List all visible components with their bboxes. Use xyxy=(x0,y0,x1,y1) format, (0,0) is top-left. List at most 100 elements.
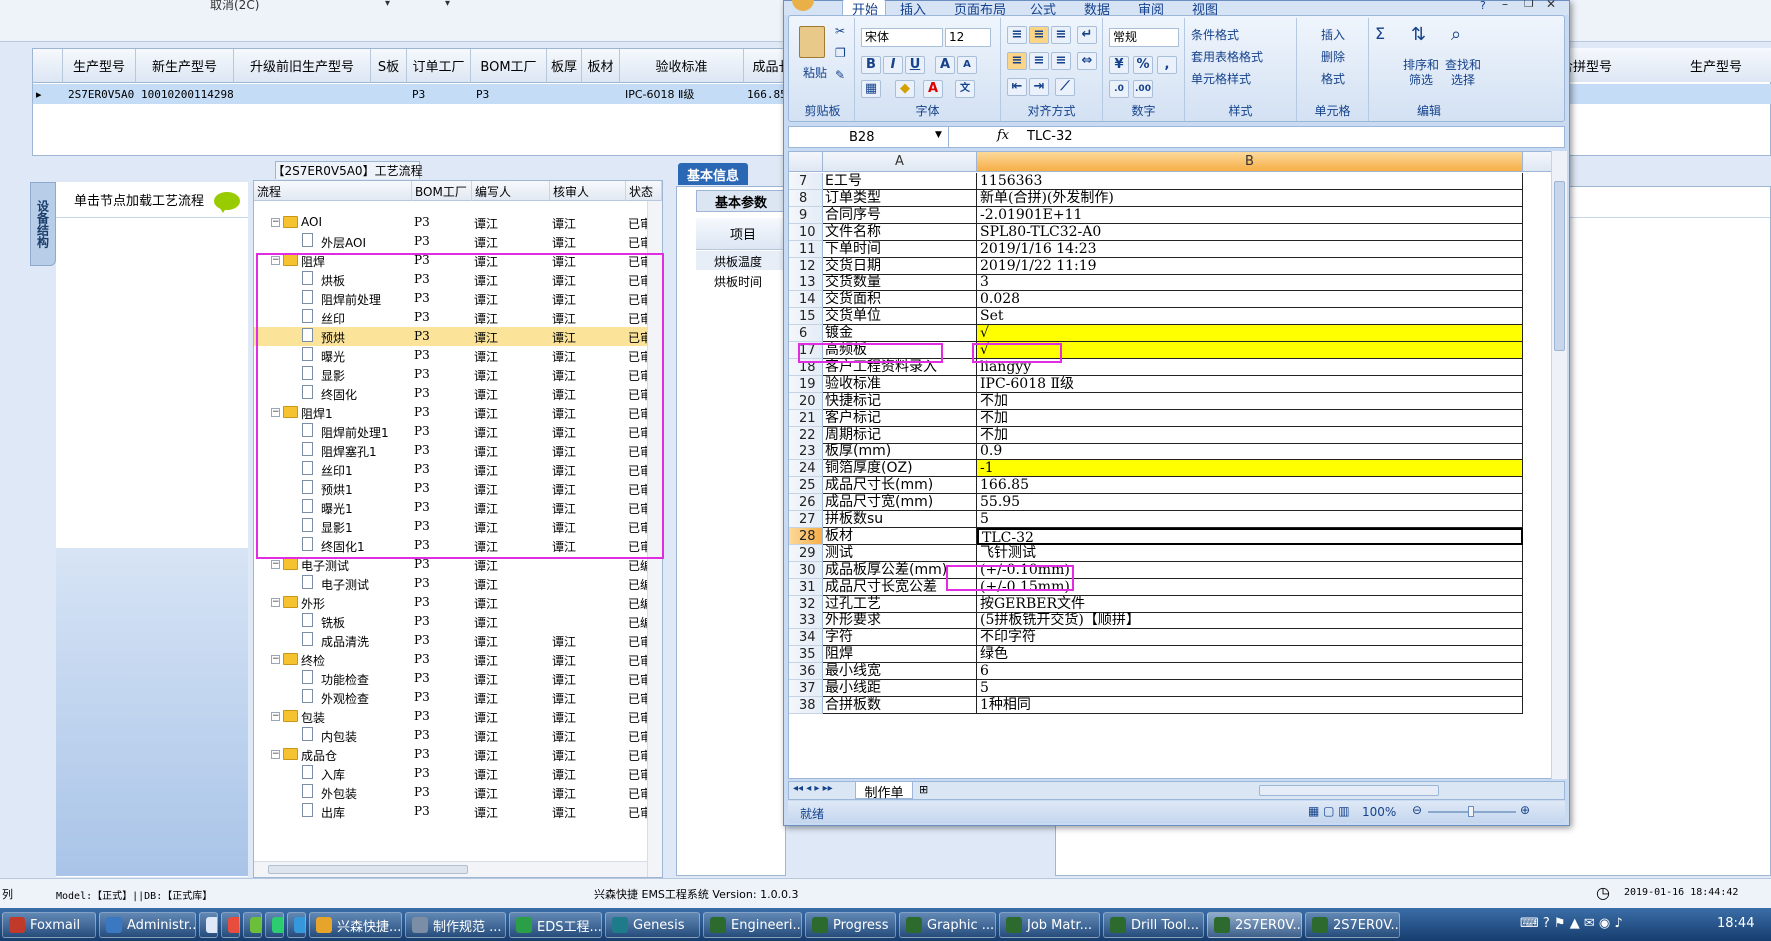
cell-b[interactable]: 绿色 xyxy=(977,646,1523,664)
tab-basic-info[interactable]: 基本信息 xyxy=(678,163,748,185)
shrink-font-icon[interactable]: A xyxy=(957,56,977,74)
formula-input[interactable]: TLC-32 xyxy=(1027,129,1073,144)
cell-a[interactable]: 镀金 xyxy=(823,325,977,343)
taskbar-button[interactable] xyxy=(221,912,240,938)
name-box[interactable]: B28 xyxy=(789,127,949,147)
zoom-in-icon[interactable]: ⊕ xyxy=(1520,803,1530,817)
scroll-thumb[interactable] xyxy=(268,865,468,874)
minimize-icon[interactable]: – xyxy=(1502,0,1508,11)
taskbar-button[interactable]: Graphic ... xyxy=(899,912,996,938)
row-header[interactable]: 22 xyxy=(789,426,823,444)
row-header[interactable]: 34 xyxy=(789,629,823,647)
cell-a[interactable]: 合拼板数 xyxy=(823,696,977,714)
row-header[interactable]: 14 xyxy=(789,291,823,309)
name-box-dropdown-icon[interactable]: ▼ xyxy=(935,130,942,140)
taskbar-button[interactable] xyxy=(265,912,284,938)
tray-icons[interactable]: ⌨ ? ⚑ ▲ ✉ ◉ ♪ xyxy=(1520,916,1623,931)
percent-icon[interactable]: % xyxy=(1133,56,1153,74)
cell-b[interactable]: 不加 xyxy=(977,409,1523,427)
cell-a[interactable]: 字符 xyxy=(823,629,977,647)
grid-header[interactable]: 板材 xyxy=(582,49,620,83)
grid-header[interactable]: 验收标准 xyxy=(620,49,744,83)
taskbar-button[interactable]: Job Matr... xyxy=(999,912,1100,938)
orientation-icon[interactable]: ⟋ xyxy=(1055,78,1075,96)
number-format-select[interactable]: 常规 xyxy=(1109,28,1179,47)
select-all-corner[interactable] xyxy=(789,152,823,172)
row-header[interactable]: 29 xyxy=(789,544,823,562)
taskbar-button[interactable]: 2S7ER0V... xyxy=(1207,912,1302,938)
insert-cells-button[interactable]: 插入 xyxy=(1321,26,1345,43)
row-header[interactable]: 32 xyxy=(789,595,823,613)
cell-a[interactable]: 板材 xyxy=(823,527,977,545)
font-color-icon[interactable]: A xyxy=(923,80,943,98)
zoom-level[interactable]: 100% xyxy=(1362,805,1396,819)
cell-b[interactable]: 6 xyxy=(977,663,1523,681)
param-col-header[interactable]: 项目 xyxy=(696,218,786,250)
align-middle-icon[interactable]: ≡ xyxy=(1029,26,1049,44)
grid-cell[interactable]: P3 xyxy=(473,84,549,104)
align-bottom-icon[interactable]: ≡ xyxy=(1051,26,1071,44)
phonetic-icon[interactable]: 文 xyxy=(955,80,975,98)
cell-b[interactable]: 按GERBER文件 xyxy=(977,595,1523,613)
cell-b[interactable]: 55.95 xyxy=(977,494,1523,512)
taskbar-button[interactable]: Administr... xyxy=(99,912,196,938)
cell-b[interactable]: IPC-6018 Ⅱ级 xyxy=(977,375,1523,393)
cell-a[interactable]: 测试 xyxy=(823,544,977,562)
cell-b[interactable]: -1 xyxy=(977,460,1523,478)
zoom-slider-thumb[interactable] xyxy=(1468,806,1474,817)
cell-a[interactable]: 成品尺寸长(mm) xyxy=(823,477,977,495)
decrease-decimal-icon[interactable]: .00 xyxy=(1133,80,1153,98)
cell-style-button[interactable]: 单元格样式 xyxy=(1191,70,1251,87)
dropdown-arrow-icon[interactable]: ▾ xyxy=(385,0,390,9)
cell-b[interactable]: 0.028 xyxy=(977,291,1523,309)
cell-a[interactable]: E工号 xyxy=(823,173,977,190)
cell-b[interactable]: 不加 xyxy=(977,426,1523,444)
row-header[interactable]: 30 xyxy=(789,561,823,579)
row-header[interactable]: 33 xyxy=(789,612,823,630)
zoom-out-icon[interactable]: ⊖ xyxy=(1412,803,1422,817)
autosum-icon[interactable]: Σ xyxy=(1375,24,1385,43)
paste-button[interactable]: 粘贴 xyxy=(803,64,827,81)
cell-a[interactable]: 客户标记 xyxy=(823,409,977,427)
office-button-icon[interactable] xyxy=(792,0,814,11)
grid-header[interactable]: 生产型号 xyxy=(1690,56,1742,75)
cell-a[interactable]: 周期标记 xyxy=(823,426,977,444)
align-left-icon[interactable]: ≡ xyxy=(1007,52,1027,70)
collapse-icon[interactable]: − xyxy=(271,712,280,721)
merge-icon[interactable]: ⇔ xyxy=(1077,52,1097,70)
cell-a[interactable]: 交货日期 xyxy=(823,257,977,275)
cell-a[interactable]: 最小线距 xyxy=(823,680,977,697)
tree-row[interactable]: 入库P3谭江谭江已审核 xyxy=(254,764,658,783)
cell-b[interactable]: (5拼板铣开交货)【顺拼】 xyxy=(977,612,1523,630)
param-row[interactable]: 烘板温度 xyxy=(696,251,786,270)
row-header[interactable]: 12 xyxy=(789,257,823,275)
tree-row[interactable]: −AOIP3谭江谭江已审核 xyxy=(254,213,658,232)
decrease-indent-icon[interactable]: ⇤ xyxy=(1007,78,1027,96)
align-center-icon[interactable]: ≡ xyxy=(1029,52,1049,70)
tree-row[interactable]: 外层AOIP3谭江谭江已审核 xyxy=(254,232,658,251)
taskbar-button[interactable] xyxy=(287,912,306,938)
cell-b[interactable]: SPL80-TLC32-A0 xyxy=(977,223,1523,241)
scroll-thumb[interactable] xyxy=(1554,181,1565,351)
sheet-nav-icon[interactable]: ◂◂ ◂ ▸ ▸▸ xyxy=(793,783,833,794)
cell-a[interactable]: 交货单位 xyxy=(823,308,977,326)
row-header[interactable]: 21 xyxy=(789,409,823,427)
border-icon[interactable]: ▦ xyxy=(861,80,881,98)
cell-a[interactable]: 快捷标记 xyxy=(823,392,977,410)
grid-header[interactable]: 升级前旧生产型号 xyxy=(234,49,371,83)
cell-b[interactable]: 1156363 xyxy=(977,173,1523,190)
taskbar-button[interactable]: Genesis xyxy=(605,912,700,938)
tree-row[interactable]: 铣板P3谭江已编写 xyxy=(254,612,658,631)
grid-header[interactable]: 订单工厂 xyxy=(407,49,471,83)
param-row[interactable]: 烘板时间 xyxy=(696,271,786,290)
row-header[interactable]: 36 xyxy=(789,663,823,681)
horizontal-scrollbar[interactable] xyxy=(1259,785,1439,796)
increase-indent-icon[interactable]: ⇥ xyxy=(1029,78,1049,96)
cell-a[interactable]: 外形要求 xyxy=(823,612,977,630)
grow-font-icon[interactable]: A xyxy=(935,56,955,74)
underline-icon[interactable]: U xyxy=(905,56,925,74)
taskbar-button[interactable]: Progress xyxy=(805,912,896,938)
close-icon[interactable]: ✕ xyxy=(1546,0,1556,11)
row-header[interactable]: 19 xyxy=(789,375,823,393)
taskbar-button[interactable]: Drill Tool... xyxy=(1103,912,1204,938)
